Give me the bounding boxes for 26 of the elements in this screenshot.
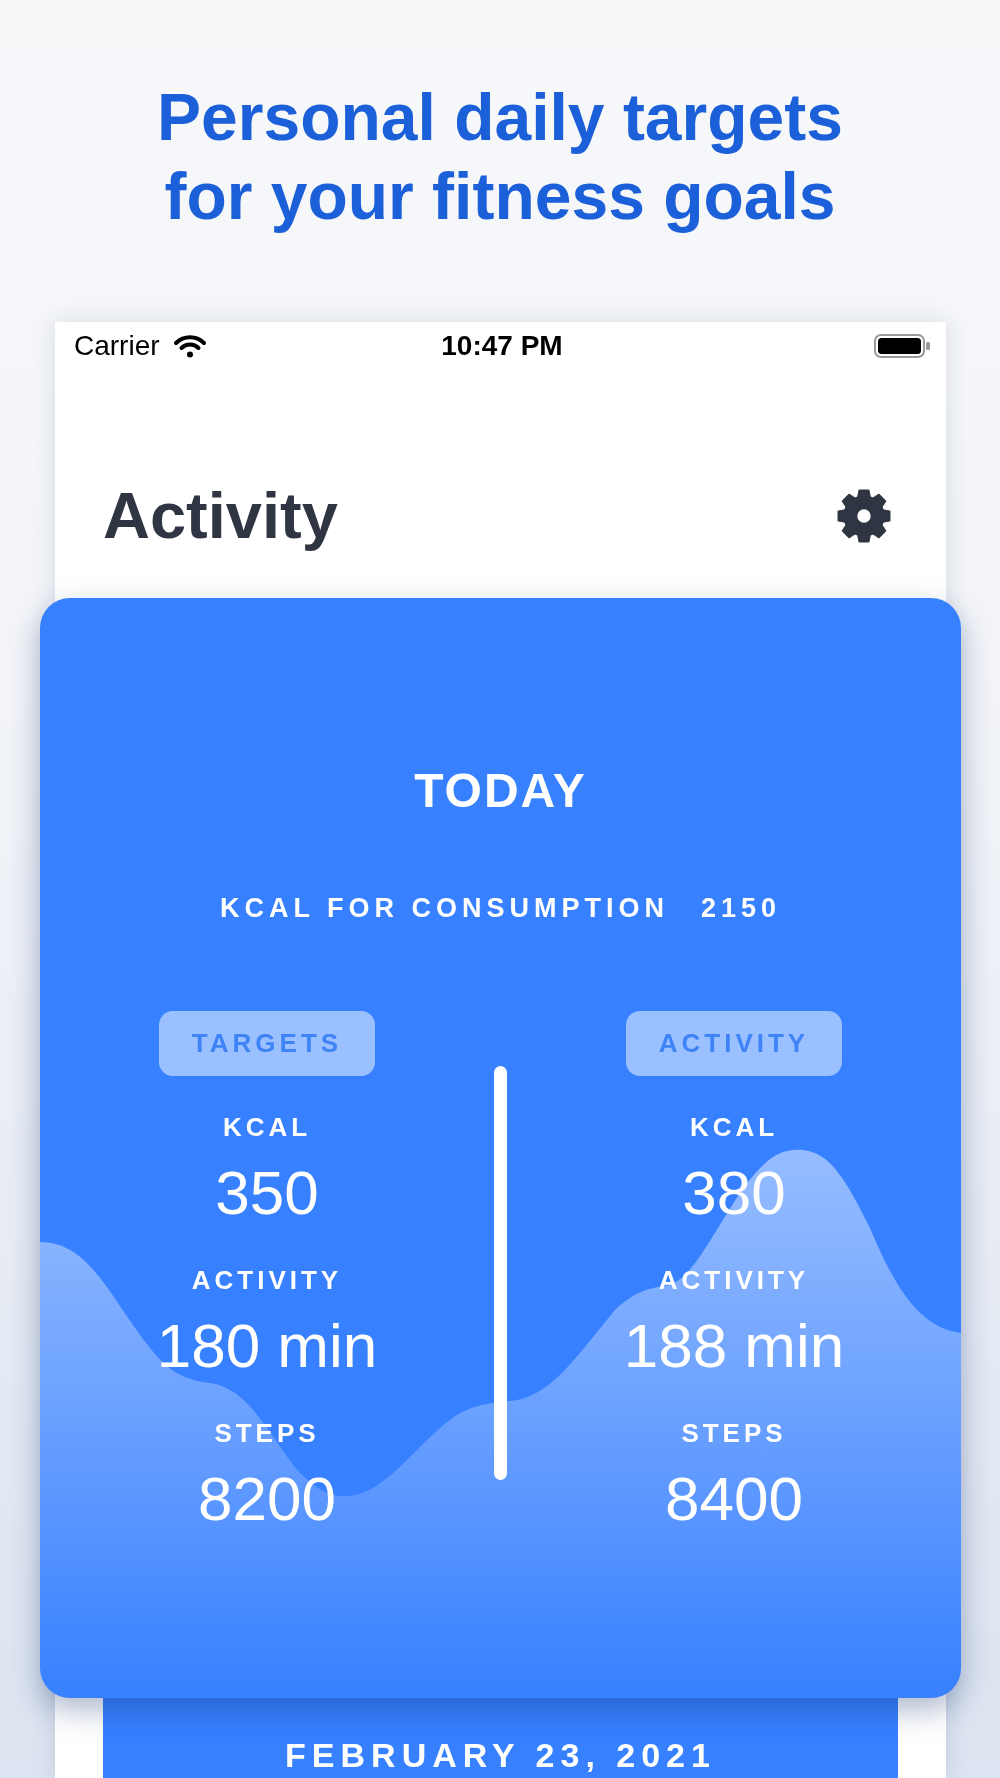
wifi-icon (172, 333, 207, 359)
metric-label: ACTIVITY (191, 1265, 343, 1295)
metric-value: 8400 (665, 1466, 803, 1532)
consumption-value: 2150 (700, 893, 782, 923)
metric-value: 350 (215, 1160, 319, 1226)
metric-value: 180 min (156, 1313, 378, 1379)
settings-icon (836, 488, 892, 544)
consumption-label: KCAL FOR CONSUMPTION (219, 893, 669, 923)
status-time: 10:47 PM (441, 330, 563, 362)
card-title: TODAY (414, 764, 587, 818)
metric-value: 8200 (198, 1466, 336, 1532)
metric-label: STEPS (214, 1418, 320, 1448)
carrier-label: Carrier (74, 330, 160, 362)
column-badge: ACTIVITY (625, 1011, 843, 1076)
battery-icon (874, 334, 930, 358)
column-badge: TARGETS (158, 1011, 376, 1076)
metric-value: 380 (682, 1160, 786, 1226)
metric-label: ACTIVITY (658, 1265, 810, 1295)
date-label: FEBRUARY 23, 2021 (285, 1736, 716, 1775)
page-title: Activity (103, 478, 338, 554)
metric-label: KCAL (222, 1112, 312, 1142)
metric-value: 188 min (623, 1313, 845, 1379)
settings-button[interactable] (836, 488, 892, 544)
headline: Personal daily targets for your fitness goals (156, 79, 844, 235)
metric-label: STEPS (681, 1418, 787, 1448)
metric-label: KCAL (689, 1112, 779, 1142)
